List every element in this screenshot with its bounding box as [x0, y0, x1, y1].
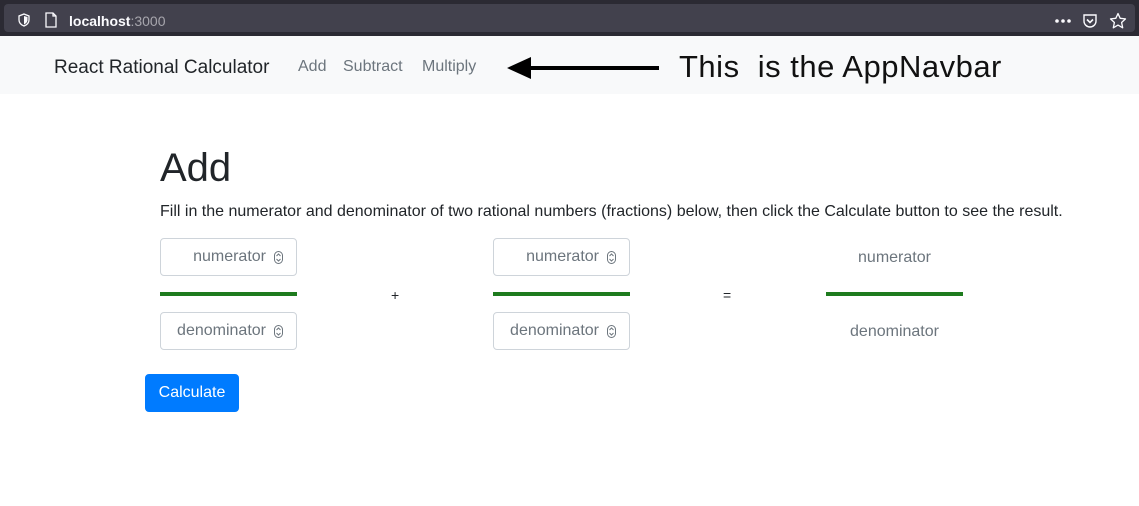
calculate-button[interactable]: Calculate [145, 374, 239, 412]
more-options-icon[interactable] [1053, 13, 1073, 29]
result-numerator: numerator [858, 249, 931, 266]
url-host: localhost [69, 13, 131, 29]
bookmark-star-icon[interactable] [1109, 12, 1127, 30]
page-icon [45, 12, 57, 28]
navbar-annotation: This is the AppNavbar [679, 49, 1002, 84]
address-bar[interactable]: localhost:3000 [4, 4, 1135, 32]
browser-toolbar: localhost:3000 [0, 0, 1139, 36]
page-title: Add [160, 146, 232, 190]
navbar-brand[interactable]: React Rational Calculator [54, 56, 269, 80]
fraction-bar [826, 292, 963, 296]
equals-operator: = [723, 287, 732, 303]
spinner-icon[interactable] [274, 325, 283, 338]
nav-link-multiply[interactable]: Multiply [422, 57, 476, 77]
nav-link-subtract[interactable]: Subtract [343, 57, 403, 77]
instructions-text: Fill in the numerator and denominator of… [160, 203, 1063, 220]
nav-link-add[interactable]: Add [298, 57, 326, 77]
spinner-icon[interactable] [607, 325, 616, 338]
pocket-icon[interactable] [1082, 13, 1098, 29]
arrow-left-icon [507, 57, 659, 79]
fraction-bar [493, 292, 630, 296]
fraction-bar [160, 292, 297, 296]
shield-icon[interactable] [18, 13, 30, 27]
app-navbar: React Rational Calculator Add Subtract M… [0, 36, 1139, 94]
result-denominator: denominator [850, 323, 939, 340]
spinner-icon[interactable] [274, 251, 283, 264]
url-port: :3000 [130, 13, 166, 29]
spinner-icon[interactable] [607, 251, 616, 264]
plus-operator: + [391, 287, 400, 303]
url-text[interactable]: localhost:3000 [69, 13, 166, 29]
